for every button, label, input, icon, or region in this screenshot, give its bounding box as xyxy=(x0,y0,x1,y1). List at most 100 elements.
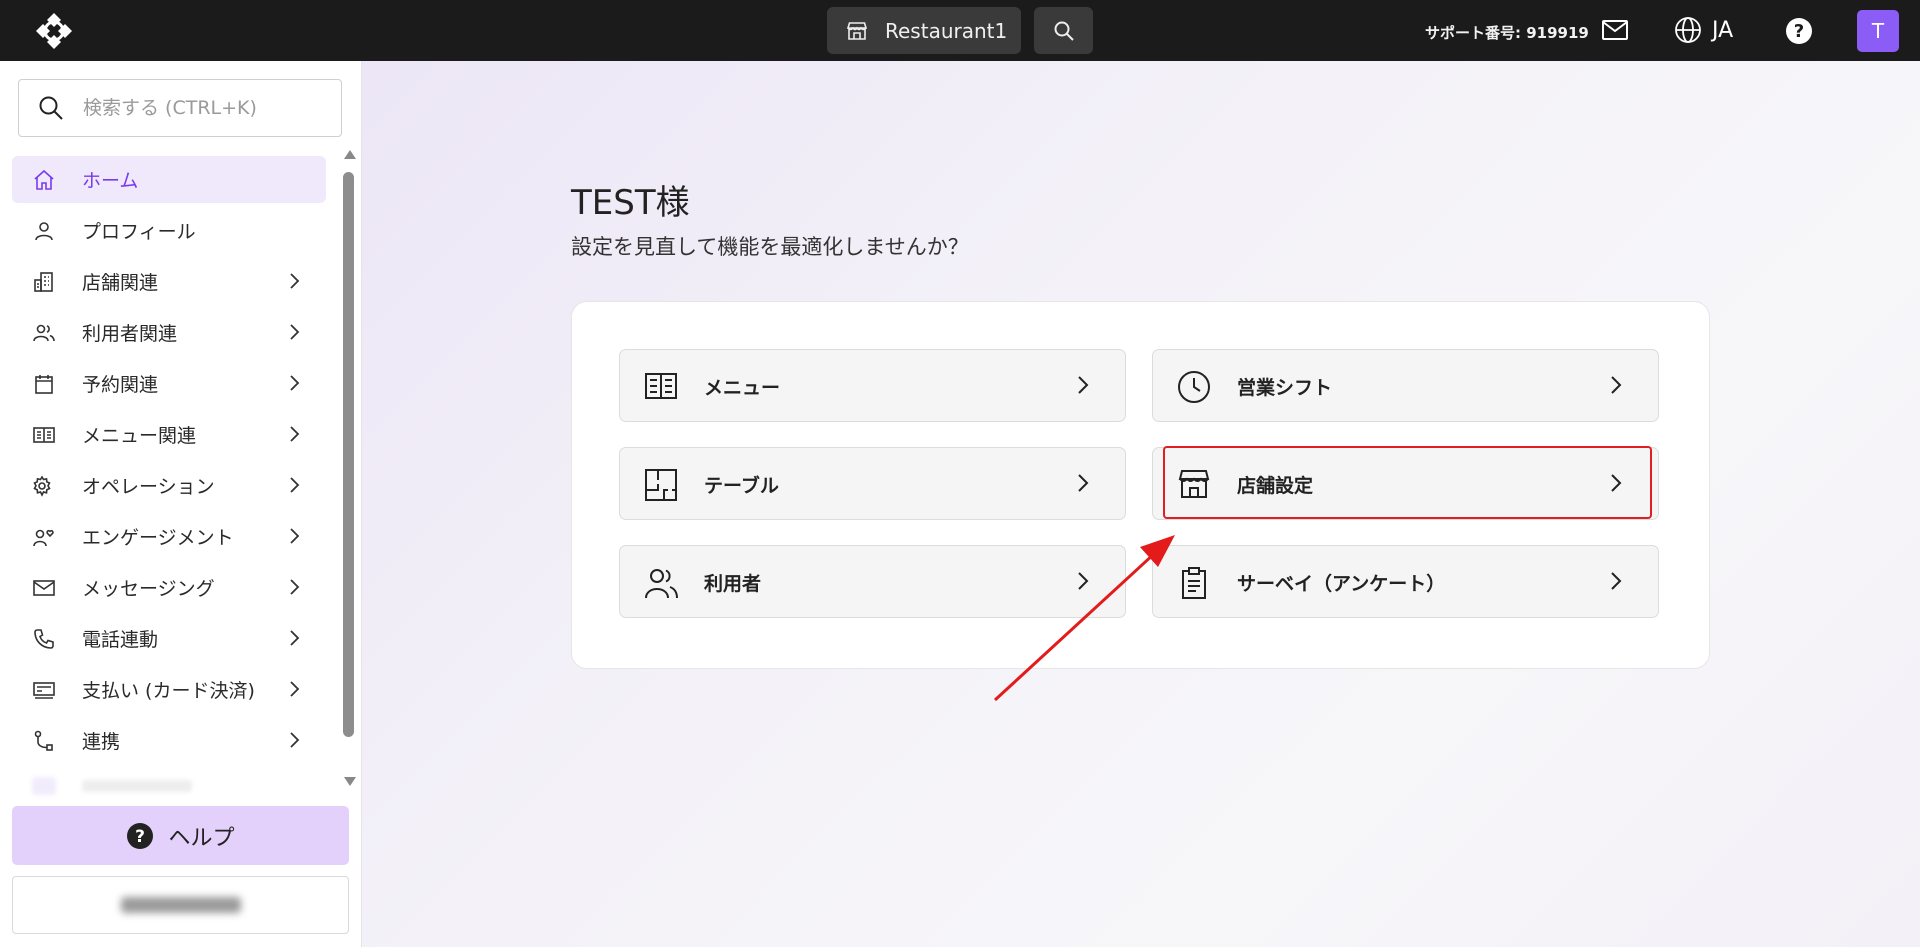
account-box[interactable] xyxy=(12,876,349,934)
sidebar-item-label: 連携 xyxy=(82,731,121,753)
sidebar-item-store[interactable]: 店舗関連 xyxy=(12,258,326,305)
sidebar-item-label: 利用者関連 xyxy=(82,323,178,345)
sidebar-search[interactable] xyxy=(18,79,342,137)
annotation-arrow-icon xyxy=(993,535,1175,702)
chevron-right-icon xyxy=(1078,376,1089,394)
payment-icon xyxy=(33,682,55,699)
sidebar-item-users[interactable]: 利用者関連 xyxy=(12,309,326,356)
sidebar-item-label: 店舗関連 xyxy=(82,272,159,294)
sidebar-item-profile[interactable]: プロフィール xyxy=(12,207,326,254)
chevron-right-icon xyxy=(290,273,300,289)
store-selector-button[interactable]: Restaurant1 xyxy=(827,7,1021,54)
sidebar-item-label: プロフィール xyxy=(82,221,196,243)
tile-label: サーベイ（アンケート） xyxy=(1237,573,1446,595)
redacted-text xyxy=(120,897,241,913)
sidebar-scrollbar[interactable] xyxy=(340,150,358,790)
tile-store-settings[interactable]: 店舗設定 xyxy=(1152,447,1659,520)
tile-survey[interactable]: サーベイ（アンケート） xyxy=(1152,545,1659,618)
chevron-right-icon xyxy=(1078,474,1089,492)
floorplan-icon xyxy=(645,469,677,501)
sidebar-item-menu[interactable]: メニュー関連 xyxy=(12,411,326,458)
tile-label: メニュー xyxy=(704,377,781,399)
globe-icon xyxy=(1675,17,1701,43)
sidebar-item-label: オペレーション xyxy=(82,476,215,498)
mail-icon xyxy=(33,580,55,596)
sidebar-item-payment[interactable]: 支払い (カード決済) xyxy=(12,666,326,713)
store-name: Restaurant1 xyxy=(885,18,1008,43)
tile-label: 店舗設定 xyxy=(1237,475,1314,497)
scroll-down-arrow[interactable] xyxy=(344,777,356,786)
sidebar-item-label: エンゲージメント xyxy=(82,527,234,549)
svg-text:?: ? xyxy=(136,827,146,847)
storefront-icon xyxy=(1178,470,1210,498)
page-subtitle: 設定を見直して機能を最適化しませんか？ xyxy=(571,235,969,259)
integration-icon xyxy=(34,730,53,751)
sidebar-search-input[interactable] xyxy=(81,96,325,120)
user-avatar[interactable]: T xyxy=(1857,10,1899,52)
sidebar-item-integration[interactable]: 連携 xyxy=(12,717,326,764)
menu-book-icon xyxy=(645,373,677,399)
user-icon xyxy=(35,222,53,241)
chevron-right-icon xyxy=(1611,572,1622,590)
sidebar-item-home[interactable]: ホーム xyxy=(12,156,326,203)
sidebar-item-label: 予約関連 xyxy=(82,374,159,396)
chevron-right-icon xyxy=(290,630,300,646)
sidebar-item-reservations[interactable]: 予約関連 xyxy=(12,360,326,407)
chevron-right-icon xyxy=(290,324,300,340)
chevron-right-icon xyxy=(290,732,300,748)
sidebar: ホーム プロフィール 店舗関連 利用者関連 xyxy=(0,61,362,947)
sidebar-item-messaging[interactable]: メッセージング xyxy=(12,564,326,611)
chevron-right-icon xyxy=(290,375,300,391)
language-selector[interactable]: JA xyxy=(1674,16,1733,44)
sidebar-item-label: 電話連動 xyxy=(82,629,159,651)
sidebar-item-operations[interactable]: オペレーション xyxy=(12,462,326,509)
tile-table[interactable]: テーブル xyxy=(619,447,1126,520)
search-icon xyxy=(1054,21,1074,41)
building-icon xyxy=(34,272,53,292)
home-icon xyxy=(34,169,54,190)
tile-business-shift[interactable]: 営業シフト xyxy=(1152,349,1659,422)
main-content: TEST様 設定を見直して機能を最適化しませんか？ メニュー 営業シフト テーブ… xyxy=(362,61,1920,947)
language-code: JA xyxy=(1712,17,1734,43)
chevron-right-icon xyxy=(290,426,300,442)
help-button-label: ヘルプ xyxy=(168,825,235,851)
top-bar: Restaurant1 サポート番号: 919919 JA ? T xyxy=(0,0,1920,61)
phone-icon xyxy=(34,629,54,649)
sidebar-item-phone[interactable]: 電話連動 xyxy=(12,615,326,662)
scroll-up-arrow[interactable] xyxy=(344,150,356,159)
search-icon xyxy=(39,96,63,120)
menu-book-icon xyxy=(33,427,55,443)
tile-menu[interactable]: メニュー xyxy=(619,349,1126,422)
sidebar-nav: ホーム プロフィール 店舗関連 利用者関連 予約関連 メニュー関連 オペレーショ… xyxy=(12,156,326,768)
help-button[interactable]: ? ヘルプ xyxy=(12,806,349,865)
scroll-thumb[interactable] xyxy=(343,172,354,737)
sidebar-item-engagement[interactable]: エンゲージメント xyxy=(12,513,326,560)
mail-icon[interactable] xyxy=(1601,18,1629,42)
calendar-icon xyxy=(35,375,53,394)
support-number: サポート番号: 919919 xyxy=(1425,24,1589,42)
sidebar-item-label: 支払い (カード決済) xyxy=(82,680,255,702)
chevron-right-icon xyxy=(290,681,300,697)
app-logo-icon[interactable] xyxy=(34,11,74,51)
sidebar-overflow-fade xyxy=(12,773,326,801)
global-search-button[interactable] xyxy=(1034,7,1093,54)
chevron-right-icon xyxy=(290,477,300,493)
users-icon xyxy=(645,569,678,599)
sidebar-item-label: メニュー関連 xyxy=(82,425,197,447)
storefront-icon xyxy=(846,21,868,40)
engagement-icon xyxy=(33,529,54,547)
tile-label: 利用者 xyxy=(704,573,762,595)
tile-label: テーブル xyxy=(704,475,779,497)
help-icon[interactable]: ? xyxy=(1785,17,1813,45)
tile-label: 営業シフト xyxy=(1237,377,1333,399)
page-title: TEST様 xyxy=(571,183,690,223)
sidebar-item-label: メッセージング xyxy=(82,578,215,600)
chevron-right-icon xyxy=(290,579,300,595)
sidebar-item-label: ホーム xyxy=(82,170,139,192)
chevron-right-icon xyxy=(290,528,300,544)
chevron-right-icon xyxy=(1611,376,1622,394)
help-icon: ? xyxy=(127,822,154,849)
svg-text:?: ? xyxy=(1794,21,1804,42)
users-icon xyxy=(33,324,55,342)
clock-icon xyxy=(1178,371,1210,403)
